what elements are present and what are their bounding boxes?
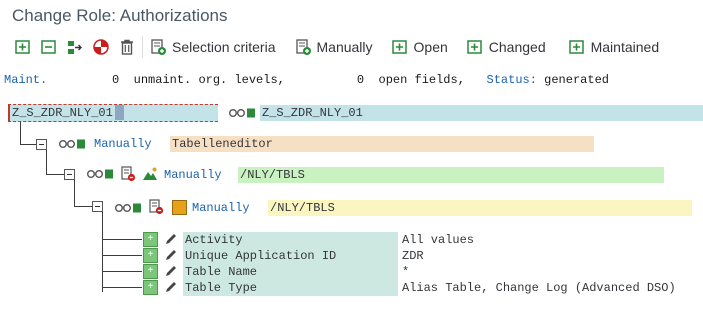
field-name: Table Name	[183, 264, 398, 280]
level1-text: Tabelleneditor	[170, 136, 594, 152]
level3-text: /NLY/TBLS	[268, 200, 692, 216]
field-value: Alias Table, Change Log (Advanced DSO)	[402, 281, 676, 295]
field-value: All values	[402, 233, 475, 247]
changed-label: Changed	[488, 39, 546, 55]
unmaint-count: 0	[112, 73, 120, 87]
tree-line	[46, 174, 64, 175]
collapse-node-toggle[interactable]	[64, 169, 75, 180]
changed-icon	[467, 40, 482, 54]
maint-label: Maint.	[4, 73, 48, 87]
authorization-tree: Z_S_ZDR_NLY_01 Z_S_ZDR_NLY_01 Manually T…	[0, 96, 703, 306]
root-role-name[interactable]: Z_S_ZDR_NLY_01	[8, 104, 218, 122]
changed-button[interactable]: Changed	[462, 35, 550, 59]
collapse-node-toggle[interactable]	[36, 139, 47, 150]
expand-button[interactable]	[10, 35, 36, 59]
field-open-button[interactable]: +	[143, 232, 158, 247]
tree-line	[102, 271, 142, 272]
delete-document-icon[interactable]	[120, 166, 136, 182]
status-lights-icon	[229, 108, 255, 118]
tree-line	[46, 150, 47, 174]
status-line: Maint. 0 unmaint. org. levels, 0 open fi…	[4, 72, 609, 88]
open-icon	[391, 40, 407, 54]
tree-line	[102, 287, 142, 288]
collapse-node-toggle[interactable]	[92, 201, 103, 212]
move-button[interactable]	[62, 35, 88, 59]
status-lights-icon	[59, 139, 85, 149]
tree-line	[74, 206, 92, 207]
level3-state[interactable]: Manually	[190, 200, 262, 216]
deactivate-button[interactable]	[88, 35, 114, 59]
status-label: Status:	[486, 73, 537, 87]
maintained-icon	[568, 40, 584, 54]
level2-text: /NLY/TBLS	[238, 167, 664, 183]
selection-criteria-button[interactable]: Selection criteria	[145, 35, 280, 59]
tree-line	[20, 120, 21, 144]
field-open-button[interactable]: +	[143, 280, 158, 295]
status-value: generated	[544, 73, 609, 87]
field-open-button[interactable]: +	[143, 248, 158, 263]
add-document-icon	[151, 39, 166, 55]
field-name: Unique Application ID	[183, 248, 398, 264]
move-icon	[68, 41, 82, 54]
manually-button[interactable]: Manually	[290, 35, 377, 59]
tree-line	[102, 239, 142, 240]
trash-icon	[121, 39, 133, 55]
pencil-icon[interactable]	[164, 280, 180, 294]
open-fields-label: open fields,	[378, 73, 465, 87]
add-document-icon	[295, 39, 311, 55]
field-value: ZDR	[402, 249, 424, 263]
manually-label: Manually	[316, 39, 373, 55]
root-role-description: Z_S_ZDR_NLY_01	[260, 105, 703, 121]
tree-line	[74, 180, 75, 206]
tree-line	[102, 255, 142, 256]
page-title: Change Role: Authorizations	[12, 6, 228, 25]
collapse-subtree-icon	[41, 40, 56, 54]
unmaint-label: unmaint. org. levels,	[133, 73, 285, 87]
maintained-button[interactable]: Maintained	[564, 35, 664, 59]
open-button[interactable]: Open	[387, 35, 452, 59]
maintained-label: Maintained	[590, 39, 660, 55]
field-name: Table Type	[183, 280, 398, 296]
toolbar: Selection criteria Manually Open Changed…	[0, 33, 703, 61]
pencil-icon[interactable]	[164, 232, 180, 246]
field-name: Activity	[183, 232, 398, 248]
open-label: Open	[413, 39, 448, 55]
status-lights-icon	[87, 169, 113, 179]
level2-state[interactable]: Manually	[162, 167, 234, 183]
field-value: *	[402, 265, 410, 279]
toolbar-separator	[142, 36, 143, 58]
delete-document-icon[interactable]	[148, 199, 164, 215]
level1-state[interactable]: Manually	[92, 136, 164, 152]
tree-line	[102, 212, 103, 292]
selection-criteria-label: Selection criteria	[172, 39, 276, 55]
deactivate-icon	[93, 39, 109, 55]
open-fields-count: 0	[356, 73, 365, 87]
field-open-button[interactable]: +	[143, 264, 158, 279]
authorization-object-icon	[172, 200, 187, 215]
pencil-icon[interactable]	[164, 248, 180, 262]
delete-button[interactable]	[114, 35, 140, 59]
expand-subtree-icon	[15, 40, 30, 54]
status-lights-icon	[115, 203, 141, 213]
collapse-button[interactable]	[36, 35, 62, 59]
cursor-marker	[115, 105, 124, 120]
tree-line	[20, 144, 36, 145]
mountain-icon	[143, 167, 157, 180]
pencil-icon[interactable]	[164, 264, 180, 278]
